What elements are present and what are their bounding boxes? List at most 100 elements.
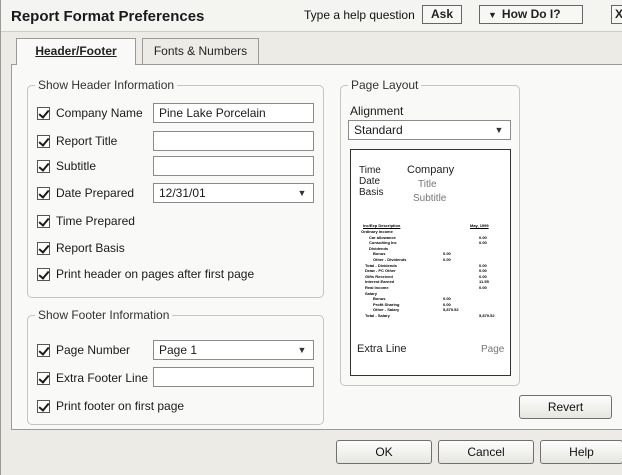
- preview-extra-line: Extra Line: [357, 343, 407, 355]
- date-prepared-checkbox[interactable]: [37, 186, 50, 200]
- report-title-label: Report Title: [56, 134, 118, 148]
- preview-row-value: 5,879.52: [479, 313, 495, 318]
- report-title-checkbox-row[interactable]: Report Title: [37, 132, 117, 150]
- preview-title: Title: [418, 179, 437, 190]
- date-prepared-checkbox-row[interactable]: Date Prepared: [37, 184, 134, 202]
- preview-row-label: Interest Earned: [365, 279, 395, 285]
- preview-row-label: Total - Salary: [365, 313, 390, 318]
- preview-row-value: 11.55: [479, 279, 489, 285]
- dropdown-triangle-icon: ▼: [488, 10, 497, 20]
- chevron-down-icon[interactable]: ▼: [294, 186, 310, 200]
- preview-row-mid-value: 0.00: [443, 251, 451, 257]
- print-header-checkbox[interactable]: [37, 267, 50, 281]
- preview-row-label: Salary: [365, 290, 378, 296]
- how-do-i-label: How Do I?: [501, 7, 561, 21]
- report-title-field[interactable]: [153, 131, 314, 151]
- tab-fonts-numbers[interactable]: Fonts & Numbers: [142, 38, 259, 64]
- page-number-checkbox[interactable]: [37, 343, 50, 357]
- print-footer-checkbox-row[interactable]: Print footer on first page: [37, 397, 184, 415]
- report-basis-checkbox[interactable]: [37, 241, 50, 255]
- report-basis-label: Report Basis: [56, 241, 125, 255]
- chevron-down-icon[interactable]: ▼: [294, 343, 310, 357]
- preview-row-label: Real Income: [365, 285, 389, 290]
- window-title: Report Format Preferences: [11, 8, 205, 25]
- help-label: Help: [569, 445, 594, 459]
- time-prepared-checkbox[interactable]: [37, 214, 50, 228]
- preview-row-mid-value: 0.00: [443, 301, 451, 307]
- alignment-dropdown[interactable]: Standard ▼: [348, 120, 511, 140]
- date-prepared-label: Date Prepared: [56, 186, 135, 200]
- print-footer-checkbox[interactable]: [37, 399, 50, 413]
- company-name-checkbox-row[interactable]: Company Name: [37, 104, 143, 122]
- page-number-checkbox-row[interactable]: Page Number: [37, 341, 130, 359]
- preview-row-value: 0.00: [479, 273, 487, 279]
- close-button[interactable]: X: [611, 5, 622, 24]
- extra-footer-checkbox-row[interactable]: Extra Footer Line: [37, 369, 148, 387]
- report-basis-checkbox-row[interactable]: Report Basis: [37, 239, 125, 257]
- preview-row-label: Total - Dividends: [365, 262, 397, 268]
- date-prepared-value: 12/31/01: [159, 186, 206, 200]
- preview-row-value: 0.00: [479, 285, 487, 290]
- preview-row-label: Car allowance: [369, 234, 396, 240]
- preview-row-value: 0.00: [479, 240, 487, 246]
- page-layout-title: Page Layout: [348, 78, 422, 92]
- subtitle-field[interactable]: [153, 156, 314, 176]
- company-name-checkbox[interactable]: [37, 106, 50, 120]
- subtitle-checkbox-row[interactable]: Subtitle: [37, 157, 96, 175]
- preview-row-label: Draw - PC Other: [365, 268, 396, 274]
- layout-preview: Time Date Basis Company Title Subtitle I…: [350, 149, 511, 376]
- preview-time: Time: [359, 165, 381, 176]
- tab-header-footer-label: Header/Footer: [35, 44, 117, 58]
- cancel-button[interactable]: Cancel: [438, 440, 534, 464]
- time-prepared-checkbox-row[interactable]: Time Prepared: [37, 212, 135, 230]
- help-question-prompt: Type a help question: [304, 8, 415, 22]
- time-prepared-label: Time Prepared: [56, 214, 135, 228]
- subtitle-checkbox[interactable]: [37, 159, 50, 173]
- revert-button[interactable]: Revert: [519, 395, 612, 419]
- preview-subtitle: Subtitle: [413, 193, 447, 204]
- ok-button[interactable]: OK: [336, 440, 432, 464]
- cancel-label: Cancel: [467, 445, 505, 459]
- preview-row-value: 0.00: [479, 268, 487, 274]
- header-group-title: Show Header Information: [35, 78, 178, 92]
- title-bar: Report Format Preferences Type a help qu…: [1, 0, 622, 32]
- page-number-value: Page 1: [159, 343, 198, 357]
- subtitle-label: Subtitle: [56, 159, 97, 173]
- tab-fonts-numbers-label: Fonts & Numbers: [153, 44, 248, 58]
- preview-date: Date: [359, 176, 381, 187]
- preview-page: Page: [481, 344, 505, 355]
- extra-footer-checkbox[interactable]: [37, 371, 50, 385]
- how-do-i-button[interactable]: ▼ How Do I?: [479, 5, 583, 24]
- ask-button[interactable]: Ask: [422, 5, 462, 24]
- preview-row-mid-value: 0.00: [443, 257, 451, 262]
- extra-footer-field[interactable]: [153, 367, 314, 387]
- preview-row-label: Bonus: [373, 251, 386, 257]
- footer-group-title: Show Footer Information: [35, 308, 173, 322]
- tab-header-footer[interactable]: Header/Footer: [16, 38, 136, 65]
- alignment-value: Standard: [354, 123, 403, 137]
- company-name-label: Company Name: [56, 106, 143, 120]
- help-button[interactable]: Help: [540, 440, 622, 464]
- chevron-down-icon[interactable]: ▼: [491, 123, 507, 137]
- company-name-field[interactable]: Pine Lake Porcelain: [153, 103, 314, 123]
- preview-row-label: Bonus: [373, 296, 386, 302]
- revert-label: Revert: [547, 400, 584, 414]
- report-title-checkbox[interactable]: [37, 134, 50, 148]
- print-footer-label: Print footer on first page: [56, 399, 185, 413]
- preview-row-label: Consulting Inc: [369, 240, 397, 246]
- preview-row-value: 0.00: [479, 234, 487, 240]
- report-format-preferences-window: Report Format Preferences Type a help qu…: [0, 0, 622, 475]
- print-header-checkbox-row[interactable]: Print header on pages after first page: [37, 265, 254, 283]
- extra-footer-label: Extra Footer Line: [56, 371, 149, 385]
- preview-col-header-right: May, 1999: [470, 223, 489, 228]
- preview-basis: Basis: [359, 187, 384, 198]
- preview-row-label: Dividends: [369, 245, 389, 251]
- alignment-label: Alignment: [350, 104, 404, 118]
- preview-row-label: Gifts Received: [365, 273, 393, 279]
- date-prepared-dropdown[interactable]: 12/31/01 ▼: [153, 183, 314, 203]
- preview-row-value: 0.00: [479, 262, 487, 268]
- page-number-label: Page Number: [56, 343, 131, 357]
- page-number-dropdown[interactable]: Page 1 ▼: [153, 340, 314, 360]
- preview-col-header-left: Inc/Exp Description: [363, 223, 401, 228]
- preview-row-label: Other - Dividends: [373, 257, 407, 262]
